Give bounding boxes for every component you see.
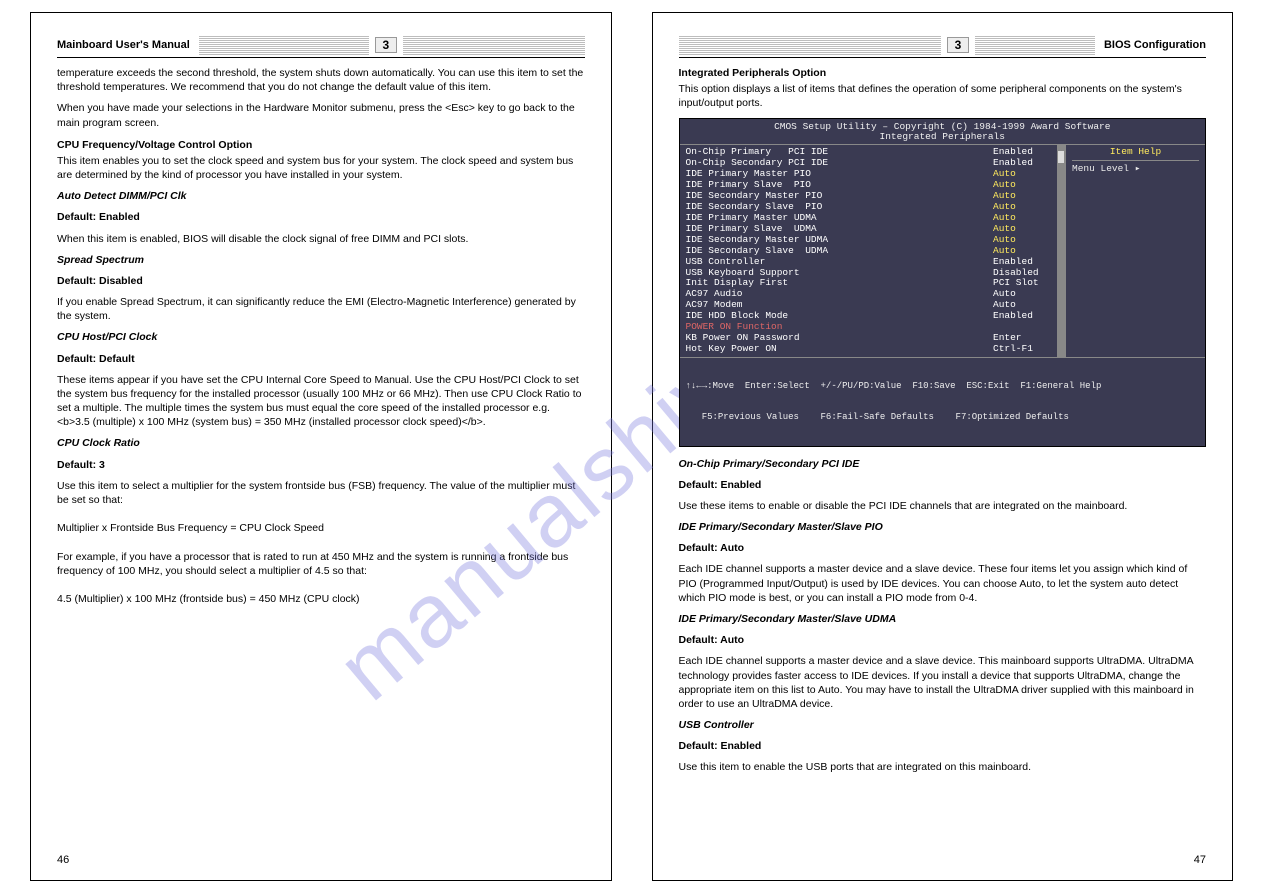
bios-setting-key: USB Controller: [686, 257, 994, 268]
setting-name: IDE Primary/Secondary Master/Slave PIO: [679, 520, 1207, 534]
right-page-number: 47: [1194, 854, 1206, 866]
right-section-number: 3: [947, 37, 969, 53]
header-stripe: [975, 35, 1095, 55]
bios-title-line: CMOS Setup Utility – Copyright (C) 1984-…: [680, 119, 1206, 145]
setting-desc: When this item is enabled, BIOS will dis…: [57, 232, 585, 246]
bios-setting-key: Hot Key Power ON: [686, 344, 994, 355]
left-page: Mainboard User's Manual 3 temperature ex…: [30, 12, 612, 881]
paragraph: temperature exceeds the second threshold…: [57, 66, 585, 94]
left-header-bar: Mainboard User's Manual 3: [57, 35, 585, 58]
setting-default: Default: Default: [57, 352, 585, 366]
header-stripe: [403, 35, 585, 55]
header-stripe: [199, 35, 369, 55]
bios-help-header: Item Help: [1072, 147, 1199, 161]
setting-default: Default: Auto: [679, 633, 1207, 647]
setting-name: CPU Host/PCI Clock: [57, 330, 585, 344]
paragraph: When you have made your selections in th…: [57, 101, 585, 129]
bios-setting-value: Enabled: [993, 311, 1061, 322]
bios-footer-line1: ↑↓←→:Move Enter:Select +/-/PU/PD:Value F…: [686, 381, 1200, 391]
left-page-number: 46: [57, 854, 69, 866]
setting-name: On-Chip Primary/Secondary PCI IDE: [679, 457, 1207, 471]
setting-desc: Each IDE channel supports a master devic…: [679, 562, 1207, 605]
left-section-number: 3: [375, 37, 397, 53]
bios-setting-value: Ctrl-F1: [993, 344, 1061, 355]
left-header-label: Mainboard User's Manual: [57, 39, 193, 51]
setting-name: Spread Spectrum: [57, 253, 585, 267]
bios-footer-line2: F5:Previous Values F6:Fail-Safe Defaults…: [686, 412, 1200, 422]
right-header-bar: 3 BIOS Configuration: [679, 35, 1207, 58]
bios-setting-value: Enabled: [993, 257, 1061, 268]
bios-setting-value: Auto: [993, 246, 1061, 257]
setting-desc: Each IDE channel supports a master devic…: [679, 654, 1207, 711]
page-spread: Mainboard User's Manual 3 temperature ex…: [0, 0, 1263, 893]
bios-footer: ↑↓←→:Move Enter:Select +/-/PU/PD:Value F…: [680, 358, 1206, 446]
setting-default: Default: Disabled: [57, 274, 585, 288]
setting-name: IDE Primary/Secondary Master/Slave UDMA: [679, 612, 1207, 626]
right-header-label: BIOS Configuration: [1101, 39, 1206, 51]
right-body: Integrated Peripherals Option This optio…: [679, 66, 1207, 775]
bios-help-line: Menu Level ▸: [1072, 164, 1199, 175]
setting-name: USB Controller: [679, 718, 1207, 732]
bios-setting-key: IDE Secondary Slave UDMA: [686, 246, 994, 257]
bios-setting-row[interactable]: USB ControllerEnabled: [686, 257, 1062, 268]
paragraph: This item enables you to set the clock s…: [57, 154, 585, 182]
setting-desc: Use this item to select a multiplier for…: [57, 479, 585, 607]
subsection-heading: CPU Frequency/Voltage Control Option: [57, 138, 585, 152]
bios-setting-row[interactable]: Hot Key Power ONCtrl-F1: [686, 344, 1062, 355]
bios-settings-list[interactable]: On-Chip Primary PCI IDEEnabledOn-Chip Se…: [680, 145, 1066, 357]
bios-setting-row[interactable]: IDE Secondary Slave UDMAAuto: [686, 246, 1062, 257]
left-body: temperature exceeds the second threshold…: [57, 66, 585, 606]
setting-desc: These items appear if you have set the C…: [57, 373, 585, 430]
setting-default: Default: Enabled: [679, 739, 1207, 753]
setting-desc: Use these items to enable or disable the…: [679, 499, 1207, 513]
header-stripe: [679, 35, 941, 55]
setting-desc: Use this item to enable the USB ports th…: [679, 760, 1207, 774]
intro-text: This option displays a list of items tha…: [679, 82, 1207, 110]
bios-help-panel: Item Help Menu Level ▸: [1065, 145, 1205, 357]
setting-default: Default: 3: [57, 458, 585, 472]
setting-name: CPU Clock Ratio: [57, 436, 585, 450]
setting-default: Default: Enabled: [57, 210, 585, 224]
setting-default: Default: Auto: [679, 541, 1207, 555]
bios-main-panel: On-Chip Primary PCI IDEEnabledOn-Chip Se…: [680, 144, 1206, 358]
bios-scrollbar[interactable]: [1057, 145, 1065, 357]
bios-screenshot: CMOS Setup Utility – Copyright (C) 1984-…: [679, 118, 1207, 447]
bios-title-2: Integrated Peripherals: [680, 132, 1206, 143]
right-page: 3 BIOS Configuration Integrated Peripher…: [652, 12, 1234, 881]
intro-title: Integrated Peripherals Option: [679, 66, 1207, 80]
setting-name: Auto Detect DIMM/PCI Clk: [57, 189, 585, 203]
setting-desc: If you enable Spread Spectrum, it can si…: [57, 295, 585, 323]
setting-default: Default: Enabled: [679, 478, 1207, 492]
